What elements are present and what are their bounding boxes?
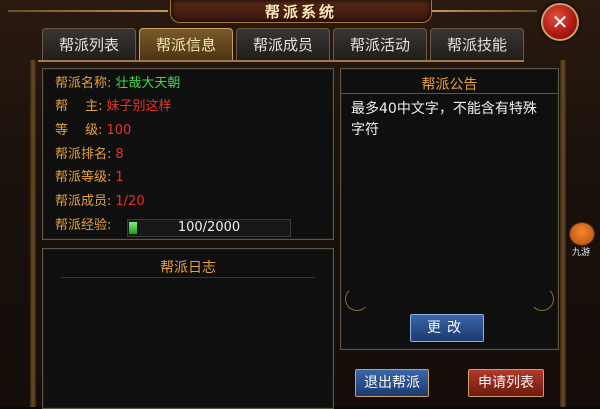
guild-rank-value: 8 bbox=[115, 147, 124, 162]
guild-members-value: 1/20 bbox=[115, 194, 145, 209]
guild-notice-panel: 帮派公告 最多40中文字，不能含有特殊字符 bbox=[340, 68, 559, 350]
corner-ornament bbox=[530, 287, 554, 311]
close-button[interactable]: ✕ bbox=[541, 3, 579, 41]
window-title: 帮派系统 bbox=[264, 3, 337, 21]
jiuyou-logo[interactable]: 九游 bbox=[566, 222, 596, 260]
guild-leader-value: 妹子别这样 bbox=[106, 99, 172, 114]
close-icon: ✕ bbox=[551, 10, 569, 34]
level-value: 100 bbox=[106, 123, 132, 138]
guild-name-label: 帮派名称: bbox=[55, 76, 112, 91]
guild-log-divider bbox=[61, 277, 315, 278]
title-ornament-left bbox=[8, 10, 168, 12]
tab-guild-info[interactable]: 帮派信息 bbox=[139, 28, 233, 61]
guild-exp-label: 帮派经验: bbox=[55, 218, 112, 233]
tab-guild-members[interactable]: 帮派成员 bbox=[236, 28, 330, 61]
tab-guild-activities[interactable]: 帮派活动 bbox=[333, 28, 427, 61]
guild-rank-label: 帮派排名: bbox=[55, 147, 112, 162]
guild-notice-title: 帮派公告 bbox=[421, 77, 478, 93]
guild-members-label: 帮派成员: bbox=[55, 194, 112, 209]
jiuyou-logo-label: 九游 bbox=[571, 248, 590, 258]
info-row-level: 等 级: 100 bbox=[55, 122, 131, 140]
corner-ornament bbox=[345, 287, 369, 311]
guild-name-value: 壮哉大天朝 bbox=[115, 76, 181, 91]
tab-guild-skills[interactable]: 帮派技能 bbox=[430, 28, 524, 61]
guild-notice-text[interactable]: 最多40中文字，不能含有特殊字符 bbox=[351, 99, 548, 141]
game-window: 帮派系统 ✕ 帮派列表 帮派信息 帮派成员 帮派活动 帮派技能 帮派名称: 壮哉大… bbox=[0, 0, 600, 409]
exit-guild-button[interactable]: 退出帮派 bbox=[355, 369, 429, 397]
info-row-rank: 帮派排名: 8 bbox=[55, 146, 124, 164]
guild-exp-text: 100/2000 bbox=[177, 220, 241, 235]
info-row-guild-level: 帮派等级: 1 bbox=[55, 169, 124, 187]
change-notice-button[interactable]: 更改 bbox=[410, 314, 484, 342]
tab-guild-list[interactable]: 帮派列表 bbox=[42, 28, 136, 61]
guild-log-panel: 帮派日志 bbox=[42, 248, 334, 409]
guild-log-title: 帮派日志 bbox=[160, 260, 216, 276]
info-row-leader: 帮 主: 妹子别这样 bbox=[55, 98, 172, 116]
guild-leader-label: 帮 主: bbox=[55, 99, 103, 114]
info-row-name: 帮派名称: 壮哉大天朝 bbox=[55, 75, 180, 93]
application-list-button[interactable]: 申请列表 bbox=[468, 369, 544, 397]
title-bar: 帮派系统 bbox=[170, 0, 432, 23]
guild-exp-bar: 100/2000 bbox=[127, 219, 291, 237]
guild-level-label: 帮派等级: bbox=[55, 170, 112, 185]
jiuyou-mascot-icon bbox=[569, 222, 595, 246]
guild-level-value: 1 bbox=[115, 170, 124, 185]
info-row-members: 帮派成员: 1/20 bbox=[55, 193, 145, 211]
level-label: 等 级: bbox=[55, 123, 103, 138]
title-ornament-right bbox=[432, 10, 537, 12]
guild-notice-divider bbox=[341, 93, 558, 94]
guild-info-panel: 帮派名称: 壮哉大天朝 帮 主: 妹子别这样 等 级: 100 帮派排名: 8 帮派等级… bbox=[42, 68, 334, 240]
info-row-exp: 帮派经验: bbox=[55, 217, 111, 235]
tab-bar-divider bbox=[38, 60, 524, 62]
frame-border-left bbox=[30, 60, 36, 407]
